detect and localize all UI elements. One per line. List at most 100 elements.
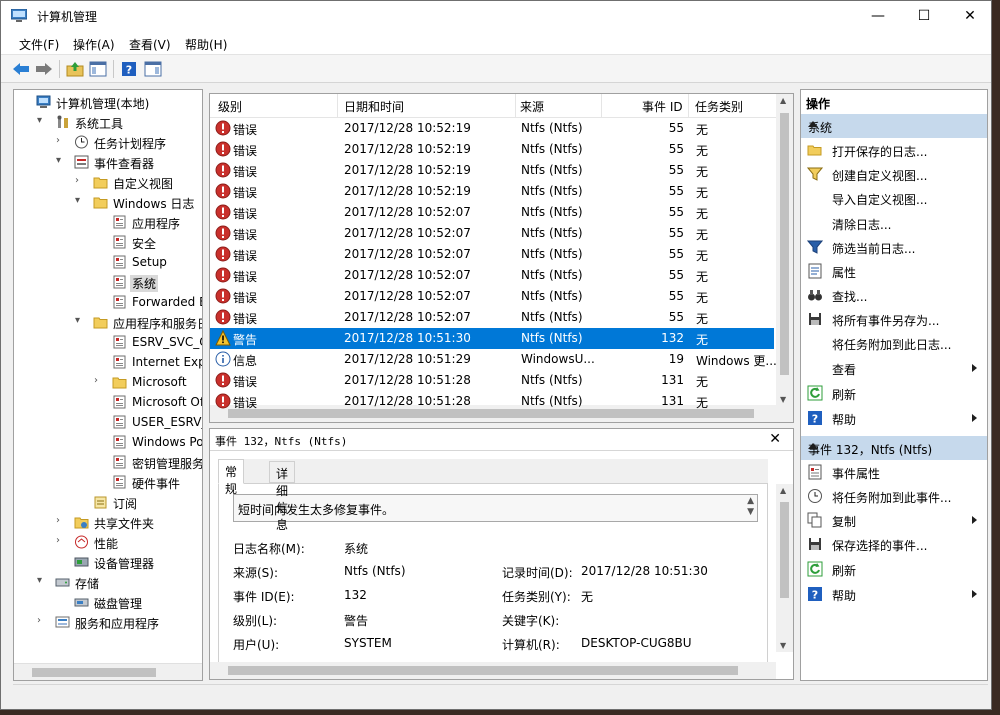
action-item[interactable]: ? 帮助 <box>801 582 987 606</box>
tree-item[interactable]: ▾ Windows 日志 <box>14 192 202 212</box>
actions-section-system[interactable]: 系统 <box>801 114 987 138</box>
maximize-button[interactable]: ☐ <box>901 1 947 31</box>
event-row[interactable]: 错误 2017/12/28 10:52:07 Ntfs (Ntfs) 55 无 <box>210 223 774 244</box>
action-item[interactable]: 事件属性 <box>801 460 987 484</box>
tab-details[interactable]: 详细信息 <box>269 461 296 532</box>
event-row[interactable]: 错误 2017/12/28 10:52:07 Ntfs (Ntfs) 55 无 <box>210 286 774 307</box>
back-button[interactable] <box>11 59 31 79</box>
event-row[interactable]: 错误 2017/12/28 10:52:19 Ntfs (Ntfs) 55 无 <box>210 139 774 160</box>
collapse-up-icon[interactable] <box>808 121 818 127</box>
tree-item[interactable]: ▾ 系统工具 <box>14 112 202 132</box>
action-item[interactable]: 筛选当前日志... <box>801 235 987 259</box>
event-row[interactable]: 警告 2017/12/28 10:51:30 Ntfs (Ntfs) 132 无 <box>210 328 774 349</box>
event-row[interactable]: 错误 2017/12/28 10:52:07 Ntfs (Ntfs) 55 无 <box>210 244 774 265</box>
action-item[interactable]: 将任务附加到此日志... <box>801 331 987 355</box>
tree-item[interactable]: Windows Powe <box>14 432 202 452</box>
menu-action[interactable]: 操作(A) <box>73 36 115 53</box>
action-item[interactable]: ? 帮助 <box>801 406 987 430</box>
column-header-event-id[interactable]: 事件 ID <box>642 98 683 115</box>
action-item[interactable]: 刷新 <box>801 557 987 581</box>
expand-arrow-icon[interactable]: › <box>37 615 47 626</box>
tree-item[interactable]: 安全 <box>14 232 202 252</box>
event-description-box[interactable]: 短时间内发生太多修复事件。 ▲ ▼ <box>233 494 758 522</box>
menu-view[interactable]: 查看(V) <box>129 36 171 53</box>
tree-item[interactable]: Forwarded Eve <box>14 292 202 312</box>
collapse-arrow-icon[interactable]: ▾ <box>37 575 47 586</box>
tree-item[interactable]: ▾ 事件查看器 <box>14 152 202 172</box>
collapse-arrow-icon[interactable]: ▾ <box>37 115 47 126</box>
minimize-button[interactable]: — <box>855 1 901 31</box>
collapse-arrow-icon[interactable]: ▾ <box>75 195 85 206</box>
tree-item[interactable]: 磁盘管理 <box>14 592 202 612</box>
collapse-arrow-icon[interactable]: ▾ <box>75 315 85 326</box>
tree-item[interactable]: › 性能 <box>14 532 202 552</box>
expand-arrow-icon[interactable]: › <box>75 175 85 186</box>
tree-item[interactable]: 系统 <box>14 272 202 292</box>
action-item[interactable]: 将所有事件另存为... <box>801 307 987 331</box>
action-item[interactable]: 刷新 <box>801 381 987 405</box>
show-hide-action-pane-button[interactable] <box>143 59 163 79</box>
event-row[interactable]: 错误 2017/12/28 10:52:07 Ntfs (Ntfs) 55 无 <box>210 307 774 328</box>
tree-item[interactable]: 应用程序 <box>14 212 202 232</box>
action-item[interactable]: 复制 <box>801 508 987 532</box>
action-item[interactable]: 导入自定义视图... <box>801 186 987 210</box>
event-row[interactable]: 错误 2017/12/28 10:52:07 Ntfs (Ntfs) 55 无 <box>210 265 774 286</box>
column-header-source[interactable]: 来源 <box>520 98 544 115</box>
detail-vertical-scrollbar[interactable]: ▲ ▼ <box>776 484 793 652</box>
description-scroll-arrows[interactable]: ▲ ▼ <box>747 496 754 518</box>
tree-item[interactable]: 密钥管理服务 <box>14 452 202 472</box>
event-row[interactable]: 错误 2017/12/28 10:52:07 Ntfs (Ntfs) 55 无 <box>210 202 774 223</box>
action-item[interactable]: 查看 <box>801 356 987 380</box>
collapse-up-icon[interactable] <box>808 443 818 449</box>
tree-item[interactable]: › 任务计划程序 <box>14 132 202 152</box>
tree-item[interactable]: Internet Explor <box>14 352 202 372</box>
action-item[interactable]: 属性 <box>801 259 987 283</box>
tree-item[interactable]: 计算机管理(本地) <box>14 92 202 112</box>
expand-arrow-icon[interactable]: › <box>94 375 104 386</box>
tree-item[interactable]: Setup <box>14 252 202 272</box>
expand-arrow-icon[interactable]: › <box>56 535 66 546</box>
column-header-level[interactable]: 级别 <box>218 98 242 115</box>
tree-item[interactable]: 设备管理器 <box>14 552 202 572</box>
action-item[interactable]: 打开保存的日志... <box>801 138 987 162</box>
tree-item[interactable]: 硬件事件 <box>14 472 202 492</box>
column-header-datetime[interactable]: 日期和时间 <box>344 98 404 115</box>
actions-section-event[interactable]: 事件 132，Ntfs (Ntfs) <box>801 436 987 460</box>
action-item[interactable]: 查找... <box>801 283 987 307</box>
tree-item[interactable]: ▾ 应用程序和服务日志 <box>14 312 202 332</box>
detail-horizontal-scrollbar[interactable] <box>210 662 776 679</box>
event-row[interactable]: 错误 2017/12/28 10:52:19 Ntfs (Ntfs) 55 无 <box>210 118 774 139</box>
event-row[interactable]: 错误 2017/12/28 10:52:19 Ntfs (Ntfs) 55 无 <box>210 181 774 202</box>
tree-item[interactable]: › 自定义视图 <box>14 172 202 192</box>
tree-item[interactable]: ▾ 存储 <box>14 572 202 592</box>
up-level-button[interactable] <box>65 59 85 79</box>
menu-help[interactable]: 帮助(H) <box>185 36 227 53</box>
action-item[interactable]: 清除日志... <box>801 211 987 235</box>
forward-button[interactable] <box>34 59 54 79</box>
tab-general[interactable]: 常规 <box>218 459 245 496</box>
tree-item[interactable]: › 服务和应用程序 <box>14 612 202 632</box>
tree-item[interactable]: ESRV_SVC_QUE <box>14 332 202 352</box>
event-row[interactable]: 错误 2017/12/28 10:52:19 Ntfs (Ntfs) 55 无 <box>210 160 774 181</box>
tree-horizontal-scrollbar[interactable] <box>14 663 202 680</box>
expand-arrow-icon[interactable]: › <box>56 135 66 146</box>
help-button[interactable]: ? <box>119 59 139 79</box>
close-button[interactable]: ✕ <box>947 1 993 31</box>
tree-item[interactable]: › Microsoft <box>14 372 202 392</box>
event-list-vertical-scrollbar[interactable]: ▲ ▼ <box>776 94 793 406</box>
menu-file[interactable]: 文件(F) <box>19 36 59 53</box>
detail-close-icon[interactable]: ✕ <box>769 431 781 447</box>
event-row[interactable]: 错误 2017/12/28 10:51:28 Ntfs (Ntfs) 131 无 <box>210 370 774 391</box>
event-row[interactable]: 信息 2017/12/28 10:51:29 WindowsU... 19 Window… <box>210 349 777 370</box>
column-header-task-category[interactable]: 任务类别 <box>695 98 743 115</box>
expand-arrow-icon[interactable]: › <box>56 515 66 526</box>
tree-item[interactable]: › 共享文件夹 <box>14 512 202 532</box>
tree-item[interactable]: Microsoft Offic <box>14 392 202 412</box>
event-row[interactable]: 错误 2017/12/28 10:51:28 Ntfs (Ntfs) 131 无 <box>210 391 774 412</box>
action-item[interactable]: 将任务附加到此事件... <box>801 484 987 508</box>
action-item[interactable]: 创建自定义视图... <box>801 162 987 186</box>
show-hide-tree-button[interactable] <box>88 59 108 79</box>
tree-item[interactable]: USER_ESRV_SV <box>14 412 202 432</box>
tree-item[interactable]: 订阅 <box>14 492 202 512</box>
collapse-arrow-icon[interactable]: ▾ <box>56 155 66 166</box>
